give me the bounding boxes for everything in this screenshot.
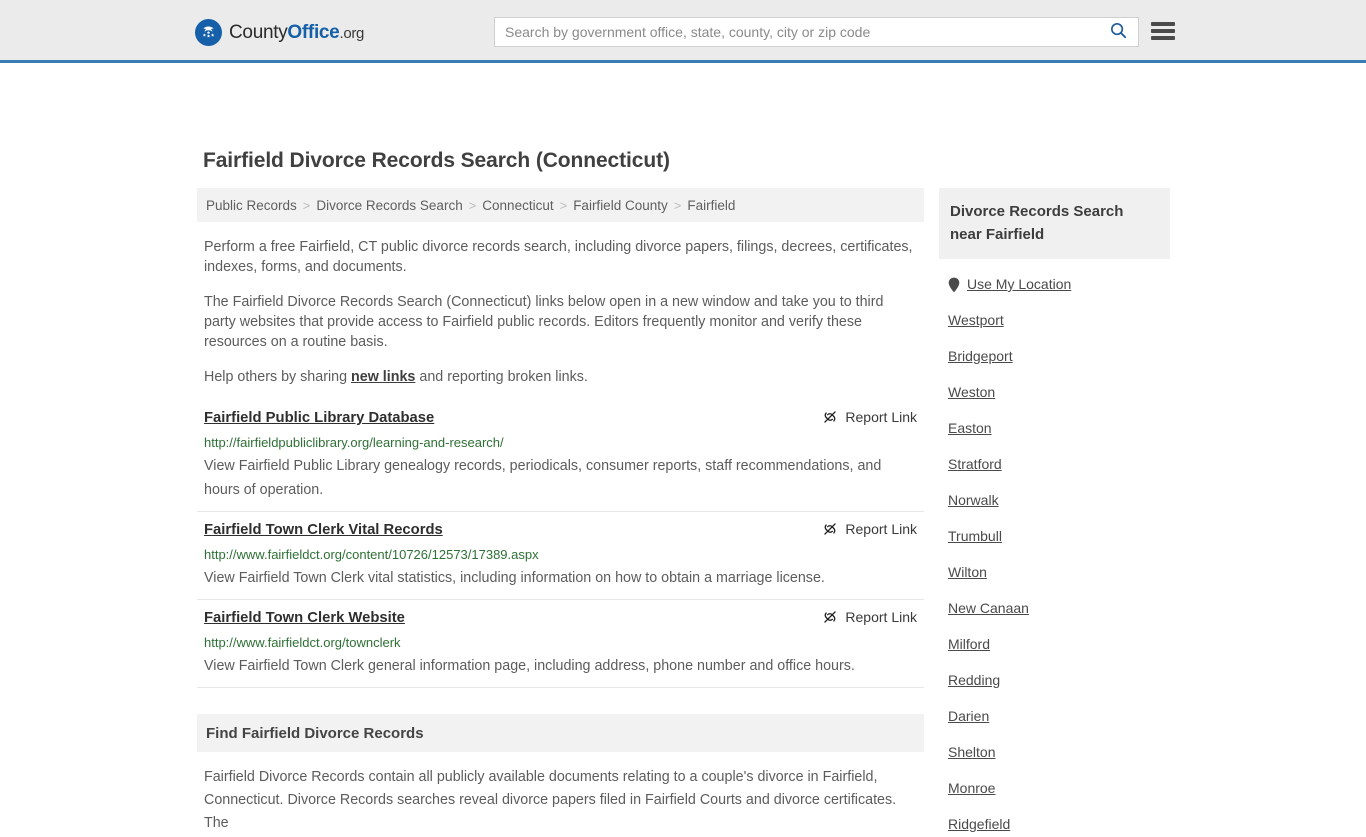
search-input[interactable] [495,18,1098,46]
sidebar-item-shelton[interactable]: Shelton [939,729,995,765]
search-bar[interactable] [494,17,1139,47]
sidebar-item-darien[interactable]: Darien [939,693,989,729]
breadcrumb-separator: > [468,197,477,213]
breadcrumb-item-public-records[interactable]: Public Records [206,198,297,213]
result-header: Fairfield Town Clerk Website Report Link [204,609,917,627]
sidebar-item-norwalk[interactable]: Norwalk [939,477,999,513]
sidebar-item-ridgefield[interactable]: Ridgefield [939,801,1010,837]
breadcrumb-item-fairfield-county[interactable]: Fairfield County [573,198,668,213]
breadcrumb-separator: > [302,197,311,213]
main-content: Public Records > Divorce Records Search … [197,188,924,835]
report-link-button[interactable]: Report Link [822,609,917,625]
find-records-body: Fairfield Divorce Records contain all pu… [204,769,897,831]
result-header: Fairfield Town Clerk Vital Records Repor… [204,521,917,539]
find-records-heading: Find Fairfield Divorce Records [197,714,924,752]
menu-bar-1 [1151,22,1175,26]
result-item: Fairfield Town Clerk Website Report Link… [197,609,924,688]
intro-paragraph-1: Perform a free Fairfield, CT public divo… [204,239,913,275]
report-link-label: Report Link [845,609,917,625]
list-item: Monroe [939,765,1170,801]
nearby-places-list: Westport Bridgeport Weston Easton Stratf… [939,297,1170,837]
site-logo-link[interactable]: CountyOffice.org [195,19,364,46]
list-item: Milford [939,621,1170,657]
sidebar-item-monroe[interactable]: Monroe [939,765,995,801]
share-text-before: Help others by sharing [204,369,352,385]
sidebar-item-redding[interactable]: Redding [939,657,1000,693]
result-description: View Fairfield Public Library genealogy … [204,458,882,498]
menu-bar-3 [1151,36,1175,40]
broken-link-icon [822,609,838,625]
result-url[interactable]: http://www.fairfieldct.org/townclerk [204,635,917,651]
broken-link-icon [822,409,838,425]
sidebar: Divorce Records Search near Fairfield Us… [939,188,1170,837]
list-item: Darien [939,693,1170,729]
new-links-link[interactable]: new links [351,369,415,385]
eagle-stars-emblem-icon [195,19,222,46]
search-icon [1109,21,1128,43]
sidebar-item-westport[interactable]: Westport [939,297,1004,333]
intro-paragraph-2: The Fairfield Divorce Records Search (Co… [204,294,884,350]
logo-text-office: Office [287,21,340,43]
result-url[interactable]: http://www.fairfieldct.org/content/10726… [204,547,917,563]
report-link-button[interactable]: Report Link [822,409,917,425]
breadcrumb-separator: > [559,197,568,213]
list-item: Weston [939,369,1170,405]
broken-link-icon [822,521,838,537]
sidebar-item-bridgeport[interactable]: Bridgeport [939,333,1013,369]
header-inner: CountyOffice.org [0,0,1366,60]
hamburger-menu-icon[interactable] [1151,20,1175,42]
result-header: Fairfield Public Library Database Report… [204,409,917,427]
breadcrumb-item-fairfield[interactable]: Fairfield [687,198,735,213]
result-description: View Fairfield Town Clerk vital statisti… [204,570,825,586]
breadcrumb-item-connecticut[interactable]: Connecticut [482,198,553,213]
sidebar-item-easton[interactable]: Easton [939,405,992,441]
report-link-button[interactable]: Report Link [822,521,917,537]
result-item: Fairfield Town Clerk Vital Records Repor… [197,521,924,600]
report-link-label: Report Link [845,521,917,537]
sidebar-item-stratford[interactable]: Stratford [939,441,1002,477]
list-item: Westport [939,297,1170,333]
list-item: Shelton [939,729,1170,765]
sidebar-item-milford[interactable]: Milford [939,621,990,657]
site-header: CountyOffice.org [0,0,1366,63]
result-title-link[interactable]: Fairfield Town Clerk Website [204,609,405,627]
list-item: Ridgefield [939,801,1170,837]
sidebar-heading: Divorce Records Search near Fairfield [939,188,1170,259]
list-item: Bridgeport [939,333,1170,369]
sidebar-item-trumbull[interactable]: Trumbull [939,513,1002,549]
search-button[interactable] [1098,18,1138,46]
use-my-location-link[interactable]: Use My Location [967,272,1071,297]
report-link-label: Report Link [845,409,917,425]
result-title-link[interactable]: Fairfield Public Library Database [204,409,434,427]
breadcrumb-separator: > [673,197,682,213]
menu-bar-2 [1151,29,1175,33]
result-title-link[interactable]: Fairfield Town Clerk Vital Records [204,521,443,539]
sidebar-item-weston[interactable]: Weston [939,369,995,405]
find-records-section: Find Fairfield Divorce Records Fairfield… [197,714,924,835]
list-item: Easton [939,405,1170,441]
logo-text-tld: .org [339,24,365,42]
list-item: New Canaan [939,585,1170,621]
list-item: Trumbull [939,513,1170,549]
result-description: View Fairfield Town Clerk general inform… [204,658,855,674]
results-list: Fairfield Public Library Database Report… [197,409,924,688]
result-url[interactable]: http://fairfieldpubliclibrary.org/learni… [204,435,917,451]
map-pin-icon [948,277,960,293]
list-item: Redding [939,657,1170,693]
list-item: Stratford [939,441,1170,477]
use-my-location-item[interactable]: Use My Location [939,259,1170,297]
sidebar-item-new-canaan[interactable]: New Canaan [939,585,1029,621]
logo-text-county: County [229,21,288,43]
result-item: Fairfield Public Library Database Report… [197,409,924,512]
breadcrumb-item-divorce-records-search[interactable]: Divorce Records Search [316,198,462,213]
breadcrumb: Public Records > Divorce Records Search … [197,188,924,222]
list-item: Norwalk [939,477,1170,513]
sidebar-item-wilton[interactable]: Wilton [939,549,987,585]
site-logo-text: CountyOffice.org [229,22,364,44]
intro-paragraph-3: Help others by sharing new links and rep… [197,367,924,387]
share-text-after: and reporting broken links. [415,369,588,385]
page-title: Fairfield Divorce Records Search (Connec… [203,149,670,172]
list-item: Wilton [939,549,1170,585]
